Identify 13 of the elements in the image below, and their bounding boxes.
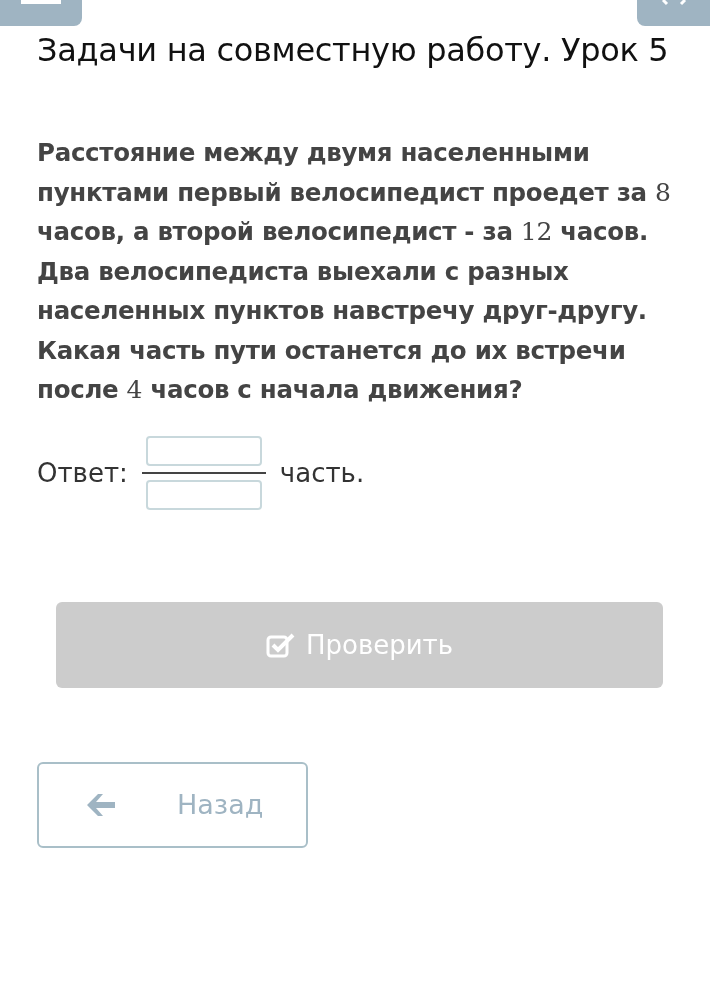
back-button[interactable]: Назад xyxy=(37,761,308,848)
menu-button[interactable] xyxy=(0,0,82,26)
arrow-left-icon xyxy=(87,793,115,816)
checkbox-icon xyxy=(265,631,296,658)
close-icon xyxy=(660,0,687,6)
question-text: Расстояние между двумя населенными пунктами первый велосипедист проедет за 8 часов, а второй велосипедист - за 12 часов. Два велосипедиста выехали с разных населенных пунктов навстречу друг-другу. Какая часть пути останется до их встречи после 4 часов с начала движения? xyxy=(37,137,672,406)
page-title: Задачи на совместную работу. Урок 5 xyxy=(37,32,670,69)
answer-unit: часть. xyxy=(279,457,365,488)
answer-label: Ответ: xyxy=(37,457,128,488)
menu-icon xyxy=(21,0,61,6)
close-button[interactable] xyxy=(637,0,710,26)
numerator-field[interactable] xyxy=(145,435,262,466)
denominator-field[interactable] xyxy=(145,479,262,510)
